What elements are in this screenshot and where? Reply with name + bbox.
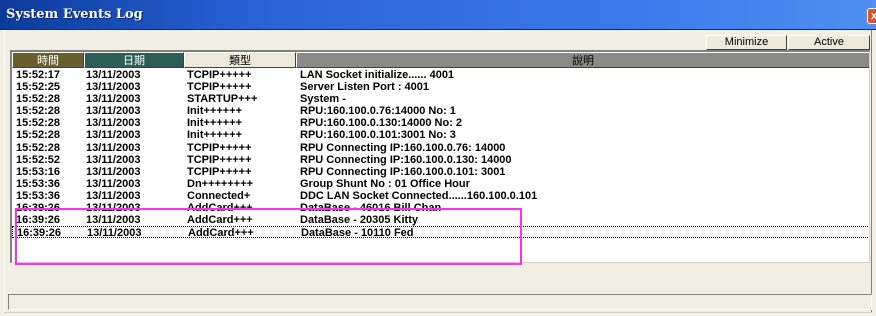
cell-description: RPU:160.100.0.101:3001 No: 3	[300, 129, 456, 142]
cell-time: 15:52:28	[16, 117, 61, 130]
cell-time: 15:52:28	[16, 93, 61, 106]
cell-time: 15:52:28	[16, 105, 61, 118]
cell-date: 13/11/2003	[86, 81, 141, 94]
table-row[interactable]: 15:52:28 13/11/2003 TCPIP+++++ RPU Connecti…	[12, 141, 869, 154]
cell-time: 15:53:16	[16, 165, 61, 178]
cell-type: STARTUP+++	[187, 93, 258, 106]
table-row[interactable]: 16:39:26 13/11/2003 AddCard+++ DataBase - 1…	[12, 226, 869, 240]
cell-description: LAN Socket initialize...... 4001	[300, 69, 455, 81]
table-row[interactable]: 15:53:16 13/11/2003 TCPIP+++++ RPU Connecti…	[12, 165, 869, 178]
status-bar	[8, 294, 872, 310]
cell-description: RPU:160.100.0.130:14000 No: 2	[300, 117, 463, 130]
table-row[interactable]: 15:52:28 13/11/2003 STARTUP+++ System -	[12, 93, 869, 106]
table-row[interactable]: 15:52:28 13/11/2003 Init++++++ RPU:160.100.…	[12, 129, 869, 142]
cell-description: RPU Connecting IP:160.100.0.76: 14000	[300, 141, 506, 154]
cell-time: 16:39:26	[16, 202, 61, 215]
title-bar[interactable]: System Events Log x	[0, 0, 876, 30]
active-button[interactable]: Active	[788, 35, 870, 50]
cell-type: Dn++++++++	[187, 177, 254, 190]
grid-header: 時間 日期 類型 說明	[12, 52, 869, 68]
cell-type: TCPIP+++++	[187, 81, 252, 94]
close-icon[interactable]: x	[867, 8, 876, 24]
column-header-date[interactable]: 日期	[84, 52, 184, 68]
cell-type: AddCard+++	[188, 227, 254, 240]
table-row[interactable]: 15:52:52 13/11/2003 TCPIP+++++ RPU Connecti…	[12, 153, 869, 166]
cell-date: 13/11/2003	[86, 93, 141, 106]
cell-description: RPU Connecting IP:160.100.0.130: 14000	[300, 153, 512, 166]
cell-date: 13/11/2003	[86, 141, 141, 154]
window-title: System Events Log	[6, 7, 143, 22]
cell-time: 15:53:36	[16, 189, 61, 202]
table-row[interactable]: 15:53:36 13/11/2003 Dn++++++++ Group Shunt …	[12, 177, 869, 190]
cell-date: 13/11/2003	[87, 227, 142, 240]
cell-time: 15:52:25	[16, 81, 61, 94]
cell-date: 13/11/2003	[86, 214, 141, 227]
cell-time: 15:52:28	[16, 129, 61, 142]
cell-time: 15:52:28	[16, 141, 61, 154]
cell-type: Connected+	[187, 189, 251, 202]
cell-time: 15:53:36	[16, 177, 61, 190]
cell-time: 15:52:52	[16, 153, 61, 166]
cell-description: Group Shunt No : 01 Office Hour	[300, 177, 470, 190]
cell-description: DataBase - 10110 Fed	[301, 227, 414, 240]
cell-description: DataBase - 46016 Bill Chan	[300, 202, 442, 215]
system-events-log-window: System Events Log x Minimize Active 時間 日…	[0, 0, 876, 316]
cell-time: 16:39:26	[16, 214, 61, 227]
cell-type: TCPIP+++++	[187, 141, 252, 154]
cell-description: RPU Connecting IP:160.100.0.101: 3001	[300, 165, 506, 178]
cell-date: 13/11/2003	[86, 117, 141, 130]
table-row[interactable]: 15:52:17 13/11/2003 TCPIP+++++ LAN Socket i…	[12, 69, 869, 81]
minimize-button[interactable]: Minimize	[706, 35, 787, 50]
cell-date: 13/11/2003	[86, 177, 141, 190]
cell-description: RPU:160.100.0.76:14000 No: 1	[300, 105, 456, 118]
bottom-divider	[4, 312, 872, 313]
cell-type: TCPIP+++++	[187, 69, 252, 81]
cell-date: 13/11/2003	[86, 189, 141, 202]
cell-time: 15:52:17	[16, 69, 61, 81]
column-header-description[interactable]: 說明	[296, 52, 869, 68]
cell-date: 13/11/2003	[86, 69, 141, 81]
events-grid[interactable]: 時間 日期 類型 說明 15:52:17 13/11/2003 TCPIP+++++…	[10, 50, 870, 263]
cell-date: 13/11/2003	[86, 129, 141, 142]
cell-type: Init++++++	[187, 117, 243, 130]
cell-date: 13/11/2003	[86, 105, 141, 118]
table-row[interactable]: 15:52:28 13/11/2003 Init++++++ RPU:160.100.…	[12, 117, 869, 130]
table-row[interactable]: 16:39:26 13/11/2003 AddCard+++ DataBase - 2…	[12, 214, 869, 227]
cell-type: Init++++++	[187, 129, 243, 142]
cell-date: 13/11/2003	[86, 202, 141, 215]
cell-description: System -	[300, 93, 346, 106]
cell-type: TCPIP+++++	[187, 153, 252, 166]
column-header-type[interactable]: 類型	[184, 52, 296, 68]
table-row[interactable]: 15:52:28 13/11/2003 Init++++++ RPU:160.100.…	[12, 105, 869, 118]
cell-type: AddCard+++	[187, 202, 253, 215]
table-row[interactable]: 16:39:26 13/11/2003 AddCard+++ DataBase - 4…	[12, 202, 869, 215]
cell-description: DataBase - 20305 Kitty	[300, 214, 419, 227]
cell-description: Server Listen Port : 4001	[300, 81, 430, 94]
cell-date: 13/11/2003	[86, 153, 141, 166]
table-row[interactable]: 15:53:36 13/11/2003 Connected+ DDC LAN Sock…	[12, 189, 869, 202]
cell-type: TCPIP+++++	[187, 165, 252, 178]
cell-date: 13/11/2003	[86, 165, 141, 178]
column-header-time[interactable]: 時間	[12, 52, 84, 68]
cell-type: Init++++++	[187, 105, 243, 118]
cell-description: DDC LAN Socket Connected......160.100.0.…	[300, 189, 538, 202]
cell-time: 16:39:26	[17, 227, 62, 240]
table-row[interactable]: 15:52:25 13/11/2003 TCPIP+++++ Server Liste…	[12, 81, 869, 94]
cell-type: AddCard+++	[187, 214, 253, 227]
grid-rows: 15:52:17 13/11/2003 TCPIP+++++ LAN Socket i…	[12, 69, 869, 240]
